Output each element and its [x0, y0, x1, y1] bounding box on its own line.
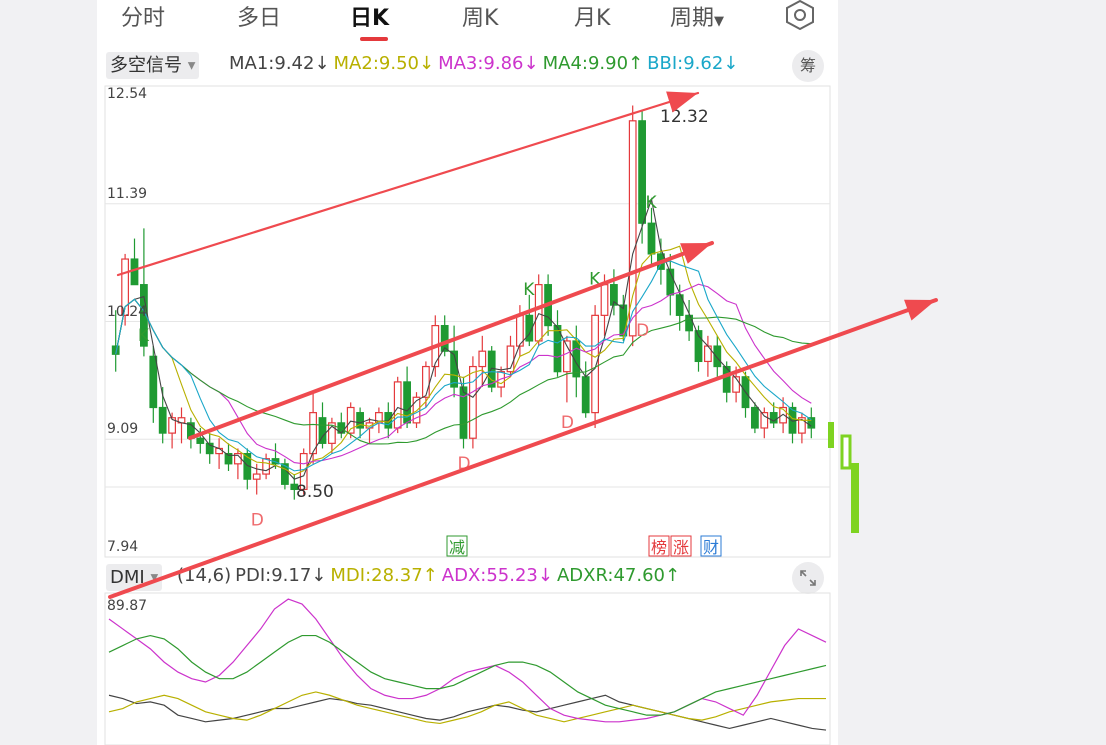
candle-body: [478, 350, 487, 368]
candle-body: [130, 258, 139, 286]
candle-body: [534, 284, 543, 342]
dmi-plot-frame: [104, 592, 831, 745]
candle-body: [262, 458, 270, 475]
candle-body: [459, 386, 468, 439]
dmi-line-adx: [108, 598, 827, 723]
high-price-annotation: 12.32: [660, 107, 709, 127]
candle-body: [591, 314, 599, 414]
candle-body: [215, 447, 223, 455]
candle-body: [196, 437, 205, 444]
candle-body: [760, 412, 769, 429]
sell-signal-d: D: [251, 510, 264, 530]
price-axis-label: 10.24: [107, 303, 148, 320]
kline-chart[interactable]: KKKKDDDD12.328.50减榜涨财: [0, 0, 1106, 745]
trend-arrow-middle-head: [680, 243, 712, 264]
dmi-line-pdi: [108, 694, 827, 731]
candle-body: [422, 365, 430, 398]
event-tag-2: 涨: [673, 538, 689, 557]
event-tag-3: 财: [703, 538, 719, 557]
candle-body: [600, 284, 609, 316]
candle-body: [393, 381, 402, 429]
trend-arrow-bottom-head: [904, 299, 936, 321]
price-axis-label: 9.09: [107, 421, 139, 438]
candle-body: [713, 345, 722, 368]
candle-body: [158, 406, 167, 434]
candle-body: [469, 365, 477, 439]
candle-body: [581, 376, 590, 414]
edge-bar: [851, 463, 859, 533]
price-axis-label: 12.54: [107, 86, 148, 102]
candle-body: [638, 120, 646, 224]
low-price-annotation: 8.50: [296, 482, 334, 502]
candle-body: [647, 222, 656, 255]
candle-body: [252, 473, 261, 480]
buy-signal-k: K: [646, 193, 658, 213]
price-axis-label: 11.39: [107, 185, 148, 202]
edge-bar: [828, 422, 834, 448]
dmi-line-mdi: [108, 691, 826, 725]
price-axis-label: 7.94: [107, 539, 139, 555]
candle-body: [751, 406, 759, 429]
trend-arrow-top: [116, 91, 700, 277]
edge-bar: [840, 434, 852, 470]
sell-signal-d: D: [636, 321, 649, 341]
event-tag-0: 减: [449, 538, 465, 557]
candle-body: [628, 120, 637, 337]
candle-body: [149, 355, 158, 409]
buy-signal-k: K: [138, 326, 150, 346]
event-tag-1: 榜: [651, 538, 667, 557]
candle-body: [685, 314, 693, 332]
buy-signal-k: K: [523, 280, 535, 300]
